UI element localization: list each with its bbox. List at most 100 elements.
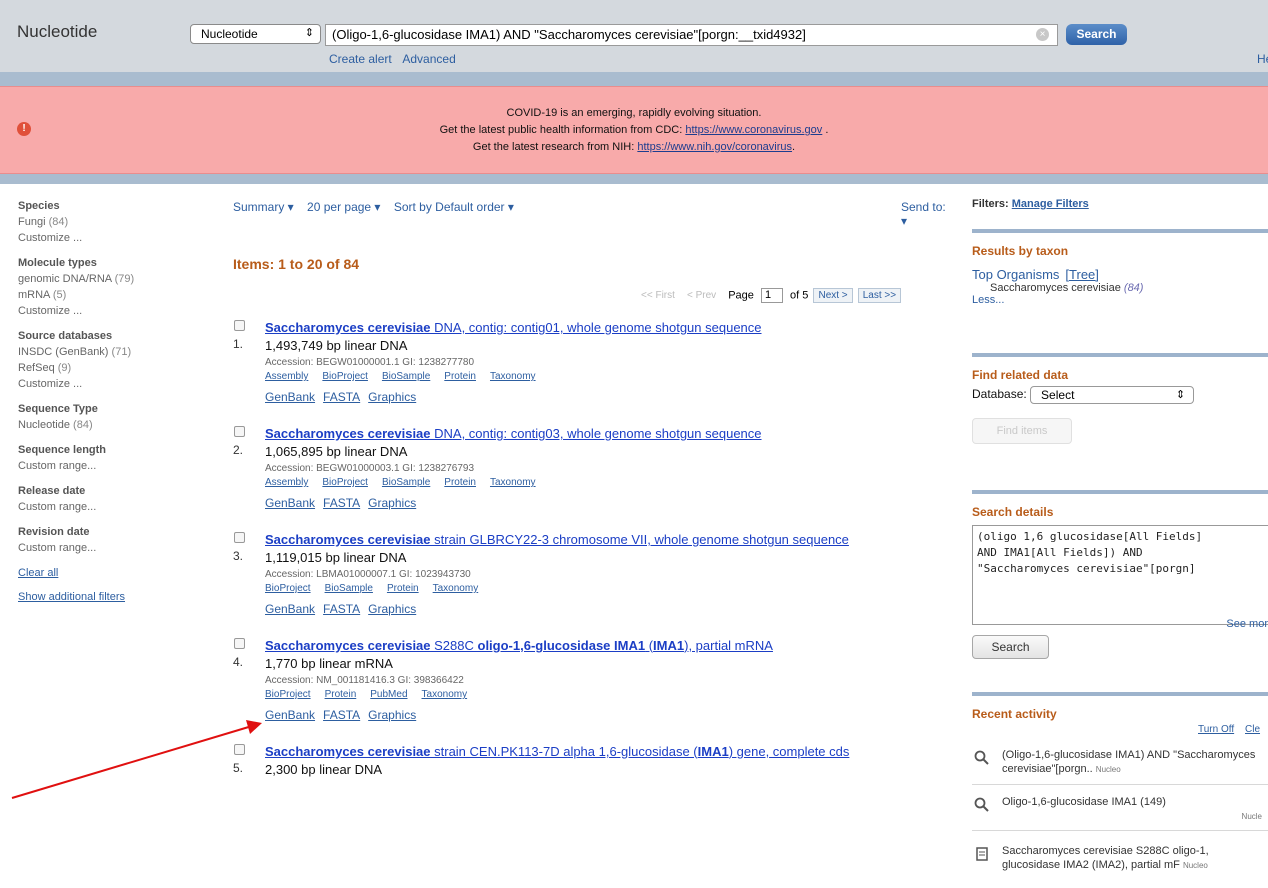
recent-activity-item[interactable]: (Oligo-1,6-glucosidase IMA1) AND "Saccha… bbox=[972, 748, 1268, 777]
organism-item[interactable]: Saccharomyces cerevisiae (84) bbox=[990, 282, 1268, 294]
assembly-link[interactable]: Assembly bbox=[265, 371, 308, 382]
title-bold: Saccharomyces cerevisiae bbox=[265, 744, 431, 759]
less-link[interactable]: Less... bbox=[972, 294, 1268, 306]
customize-link[interactable]: Customize ... bbox=[18, 376, 188, 392]
taxonomy-link[interactable]: Taxonomy bbox=[490, 477, 536, 488]
find-items-button[interactable]: Find items bbox=[972, 418, 1072, 444]
biosample-link[interactable]: BioSample bbox=[382, 477, 430, 488]
page-number-input[interactable]: 1 bbox=[760, 288, 783, 303]
taxonomy-link[interactable]: Taxonomy bbox=[490, 371, 536, 382]
fasta-link[interactable]: FASTA bbox=[323, 708, 360, 722]
graphics-link[interactable]: Graphics bbox=[368, 390, 416, 404]
customize-link[interactable]: Customize ... bbox=[18, 303, 188, 319]
result-title-link[interactable]: Saccharomyces cerevisiae strain GLBRCY22… bbox=[265, 530, 915, 549]
genbank-link[interactable]: GenBank bbox=[265, 390, 315, 404]
clear-all-link[interactable]: Clear all bbox=[18, 565, 188, 581]
custom-range-link[interactable]: Custom range... bbox=[18, 499, 188, 515]
result-title-link[interactable]: Saccharomyces cerevisiae DNA, contig: co… bbox=[265, 424, 953, 443]
next-page-button[interactable]: Next > bbox=[813, 288, 853, 304]
bioproject-link[interactable]: BioProject bbox=[265, 689, 311, 700]
taxonomy-link[interactable]: Taxonomy bbox=[422, 689, 468, 700]
filter-group-title: Molecule types bbox=[18, 257, 97, 269]
result-checkbox[interactable] bbox=[234, 320, 245, 331]
filter-group-release: Release date Custom range... bbox=[18, 483, 188, 515]
database-row: Database: Select ⇕ bbox=[972, 386, 1268, 404]
clear-search-icon[interactable]: × bbox=[1036, 28, 1049, 41]
advanced-link[interactable]: Advanced bbox=[402, 52, 455, 66]
bioproject-link[interactable]: BioProject bbox=[322, 371, 368, 382]
recent-activity-item[interactable]: Saccharomyces cerevisiae S288C oligo-1, … bbox=[972, 844, 1268, 873]
filter-item-mrna[interactable]: mRNA (5) bbox=[18, 287, 188, 303]
fasta-link[interactable]: FASTA bbox=[323, 496, 360, 510]
search-query-text: (Oligo-1,6-glucosidase IMA1) AND "Saccha… bbox=[332, 27, 806, 42]
prev-page-button[interactable]: < Prev bbox=[687, 290, 716, 301]
turn-off-link[interactable]: Turn Off bbox=[1198, 724, 1234, 735]
first-page-button[interactable]: << First bbox=[641, 290, 675, 301]
taxonomy-link[interactable]: Taxonomy bbox=[433, 583, 479, 594]
results-toolbar: Summary ▾ 20 per page ▾ Sort by Default … bbox=[233, 200, 953, 220]
title-rest: ( bbox=[645, 638, 654, 653]
result-checkbox[interactable] bbox=[234, 426, 245, 437]
search-button[interactable]: Search bbox=[1066, 24, 1127, 45]
biosample-link[interactable]: BioSample bbox=[325, 583, 373, 594]
filter-item-insdc[interactable]: INSDC (GenBank) (71) bbox=[18, 344, 188, 360]
related-database-select[interactable]: Select ⇕ bbox=[1030, 386, 1195, 404]
result-item: 4. Saccharomyces cerevisiae S288C oligo-… bbox=[233, 636, 953, 725]
bioproject-link[interactable]: BioProject bbox=[265, 583, 311, 594]
create-alert-link[interactable]: Create alert bbox=[329, 52, 392, 66]
summary-dropdown[interactable]: Summary ▾ bbox=[233, 200, 294, 214]
custom-range-link[interactable]: Custom range... bbox=[18, 540, 188, 556]
filter-item-fungi[interactable]: Fungi (84) bbox=[18, 214, 188, 230]
graphics-link[interactable]: Graphics bbox=[368, 496, 416, 510]
filter-item-genomic[interactable]: genomic DNA/RNA (79) bbox=[18, 271, 188, 287]
box-title: Find related data bbox=[972, 368, 1069, 382]
result-accession: Accession: BEGW01000003.1 GI: 1238276793 bbox=[265, 463, 475, 474]
bioproject-link[interactable]: BioProject bbox=[322, 477, 368, 488]
protein-link[interactable]: Protein bbox=[444, 477, 476, 488]
see-more-link[interactable]: See mor bbox=[1226, 618, 1268, 630]
search-input[interactable]: (Oligo-1,6-glucosidase IMA1) AND "Saccha… bbox=[325, 24, 1058, 46]
genbank-link[interactable]: GenBank bbox=[265, 602, 315, 616]
protein-link[interactable]: Protein bbox=[444, 371, 476, 382]
database-select[interactable]: Nucleotide ⇕ bbox=[190, 24, 321, 44]
fasta-link[interactable]: FASTA bbox=[323, 390, 360, 404]
customize-link[interactable]: Customize ... bbox=[18, 230, 188, 246]
sort-dropdown[interactable]: Sort by Default order ▾ bbox=[394, 200, 514, 214]
alert-line-2: Get the latest public health information… bbox=[0, 122, 1268, 139]
help-link[interactable]: He bbox=[1257, 52, 1268, 66]
genbank-link[interactable]: GenBank bbox=[265, 496, 315, 510]
graphics-link[interactable]: Graphics bbox=[368, 602, 416, 616]
search-details-textarea[interactable]: (oligo 1,6 glucosidase[All Fields] AND I… bbox=[972, 525, 1268, 625]
protein-link[interactable]: Protein bbox=[325, 689, 357, 700]
protein-link[interactable]: Protein bbox=[387, 583, 419, 594]
manage-filters-link[interactable]: Manage Filters bbox=[1012, 198, 1089, 210]
filter-item-refseq[interactable]: RefSeq (9) bbox=[18, 360, 188, 376]
biosample-link[interactable]: BioSample bbox=[382, 371, 430, 382]
nih-link[interactable]: https://www.nih.gov/coronavirus bbox=[637, 141, 792, 153]
show-additional-filters-link[interactable]: Show additional filters bbox=[18, 589, 188, 605]
filter-item-nucleotide[interactable]: Nucleotide (84) bbox=[18, 417, 188, 433]
custom-range-link[interactable]: Custom range... bbox=[18, 458, 188, 474]
assembly-link[interactable]: Assembly bbox=[265, 477, 308, 488]
result-title-link[interactable]: Saccharomyces cerevisiae DNA, contig: co… bbox=[265, 318, 953, 337]
send-to-dropdown[interactable]: Send to: ▾ bbox=[901, 200, 953, 228]
cdc-link[interactable]: https://www.coronavirus.gov bbox=[685, 124, 822, 136]
pager: << First < Prev Page 1 of 5 Next > Last … bbox=[641, 288, 902, 304]
result-checkbox[interactable] bbox=[234, 532, 245, 543]
clear-link[interactable]: Cle bbox=[1245, 724, 1260, 735]
last-page-button[interactable]: Last >> bbox=[857, 288, 902, 304]
title-rest: strain CEN.PK113-7D alpha 1,6-glucosidas… bbox=[430, 744, 698, 759]
pubmed-link[interactable]: PubMed bbox=[370, 689, 407, 700]
recent-activity-item[interactable]: Oligo-1,6-glucosidase IMA1 (149) Nucle bbox=[972, 795, 1268, 824]
filter-item-label: mRNA bbox=[18, 289, 50, 301]
search-details-button[interactable]: Search bbox=[972, 635, 1049, 659]
fasta-link[interactable]: FASTA bbox=[323, 602, 360, 616]
graphics-link[interactable]: Graphics bbox=[368, 708, 416, 722]
result-checkbox[interactable] bbox=[234, 638, 245, 649]
filter-group-title: Sequence Type bbox=[18, 403, 98, 415]
result-format-links: GenBank FASTA Graphics bbox=[265, 599, 953, 619]
per-page-dropdown[interactable]: 20 per page ▾ bbox=[307, 200, 380, 214]
result-title-link[interactable]: Saccharomyces cerevisiae strain CEN.PK11… bbox=[265, 742, 955, 761]
tree-link[interactable]: [Tree] bbox=[1065, 267, 1098, 282]
result-title-link[interactable]: Saccharomyces cerevisiae S288C oligo-1,6… bbox=[265, 636, 953, 655]
